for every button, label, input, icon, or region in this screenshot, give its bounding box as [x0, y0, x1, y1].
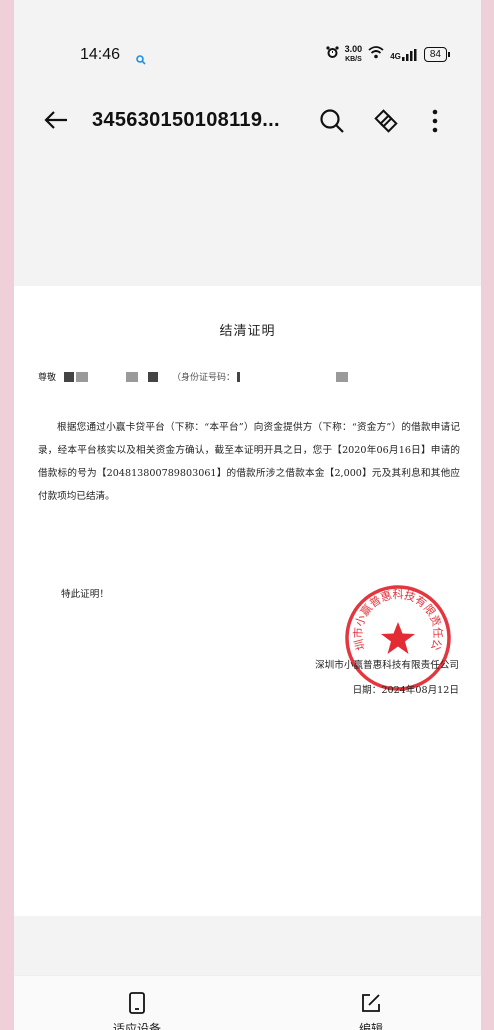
- company-seal-stamp: 深圳市小赢普惠科技有限责任公司: [339, 574, 452, 692]
- phone-icon: [129, 992, 145, 1014]
- more-options-icon[interactable]: [428, 107, 442, 139]
- speed-value: 3.00: [344, 44, 363, 54]
- fit-device-label: 适应设备: [112, 1022, 161, 1030]
- share-app-icon[interactable]: [372, 107, 400, 139]
- company-name: 深圳市小赢普惠科技有限责任公司: [315, 660, 459, 671]
- battery-indicator: 84: [423, 47, 451, 62]
- edit-icon: [362, 994, 380, 1012]
- signal-icon: [401, 48, 417, 61]
- certificate-body: 根据您通过小赢卡贷平台（下称：“本平台”）向资金提供方（下称：“资金方”）的借款…: [38, 422, 460, 502]
- document-title: 345630150108119...: [92, 109, 280, 131]
- salutation-line: 尊敬 （身份证号码：: [38, 370, 349, 383]
- phone-screen: 14:46 3.00 KB/S 4G 84 345630150108119...…: [14, 0, 481, 1030]
- back-arrow-icon[interactable]: [42, 106, 70, 138]
- document-page: 结清证明 尊敬 （身份证号码： 根据您通过小赢卡贷平台（下称：“本平台”）向资金…: [14, 286, 481, 916]
- bottom-toolbar: 适应设备 编辑: [14, 975, 481, 1030]
- status-right: 3.00 KB/S 4G 84: [326, 45, 451, 64]
- speed-unit: KB/S: [345, 56, 362, 63]
- edit-button[interactable]: 编辑: [326, 992, 416, 1030]
- redaction: [148, 371, 159, 382]
- redaction: [76, 371, 89, 382]
- edit-label: 编辑: [358, 1022, 383, 1030]
- redaction: [64, 371, 75, 382]
- redaction: [237, 371, 241, 382]
- salutation-label: 尊敬: [38, 373, 57, 383]
- signal-group: 4G: [390, 48, 418, 61]
- network-type: 4G: [390, 51, 401, 61]
- special-proof-text: 特此证明！: [61, 589, 109, 600]
- wifi-icon: [368, 45, 384, 64]
- search-icon[interactable]: [318, 107, 346, 139]
- network-speed: 3.00 KB/S: [345, 45, 363, 64]
- redaction: [336, 371, 349, 382]
- status-bar: 14:46 3.00 KB/S 4G 84: [14, 36, 481, 76]
- fit-device-button[interactable]: 适应设备: [92, 992, 182, 1030]
- issue-date: 日期：2024年08月12日: [352, 685, 459, 696]
- app-bar: 345630150108119...: [14, 96, 481, 148]
- redaction: [126, 371, 139, 382]
- status-time: 14:46: [80, 46, 121, 63]
- alarm-icon: [326, 45, 339, 64]
- search-indicator-icon: [136, 50, 146, 69]
- certificate-title: 结清证明: [219, 324, 276, 339]
- id-label: （身份证号码：: [172, 373, 236, 383]
